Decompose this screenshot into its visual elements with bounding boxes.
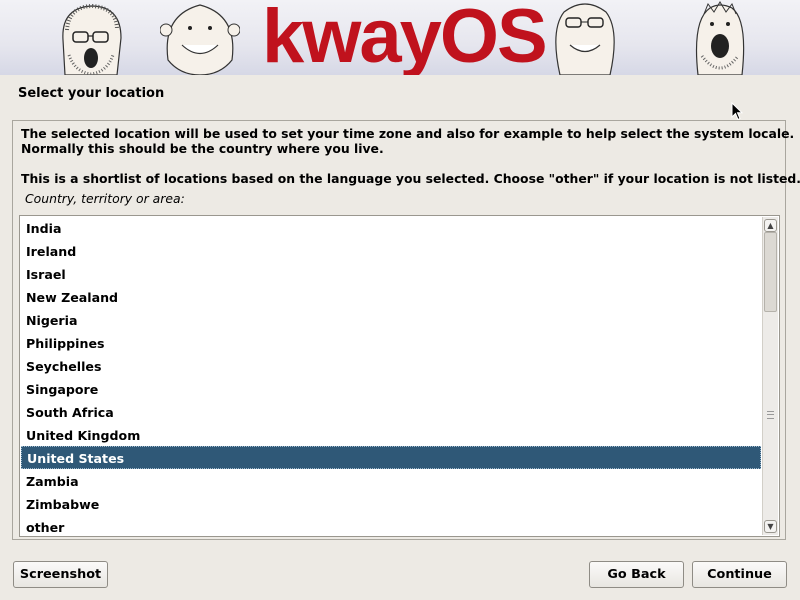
list-item[interactable]: Zambia bbox=[20, 469, 762, 492]
header-banner: kwayOS bbox=[0, 0, 800, 75]
list-item[interactable]: Seychelles bbox=[20, 354, 762, 377]
ape-face-icon bbox=[160, 4, 240, 75]
bald-glasses-face-icon bbox=[555, 3, 615, 75]
list-item[interactable]: Ireland bbox=[20, 239, 762, 262]
list-item[interactable]: New Zealand bbox=[20, 285, 762, 308]
screenshot-button[interactable]: Screenshot bbox=[13, 561, 108, 588]
list-item[interactable]: United States bbox=[21, 446, 761, 469]
scrollbar-grip bbox=[767, 411, 774, 419]
page-title: Select your location bbox=[18, 86, 165, 101]
list-item[interactable]: Israel bbox=[20, 262, 762, 285]
list-item[interactable]: Singapore bbox=[20, 377, 762, 400]
description-line-1: The selected location will be used to se… bbox=[21, 126, 795, 141]
screaming-face-icon bbox=[695, 1, 745, 75]
country-list: India Ireland Israel New Zealand Nigeria Phil… bbox=[20, 216, 762, 536]
country-field-label: Country, territory or area: bbox=[25, 191, 185, 206]
arrow-down-icon[interactable]: ▼ bbox=[764, 520, 777, 533]
mouse-pointer-icon bbox=[731, 102, 743, 121]
list-scrollbar[interactable]: ▲ ▼ bbox=[762, 217, 778, 535]
description-line-3: This is a shortlist of locations based o… bbox=[21, 171, 800, 186]
list-item[interactable]: India bbox=[20, 216, 762, 239]
kwayos-logo: kwayOS bbox=[262, 0, 548, 75]
list-item[interactable]: United Kingdom bbox=[20, 423, 762, 446]
description-line-2: Normally this should be the country wher… bbox=[21, 141, 384, 156]
scrollbar-thumb[interactable] bbox=[764, 232, 777, 312]
list-item[interactable]: other bbox=[20, 515, 762, 536]
soyjak-glasses-icon bbox=[62, 3, 122, 75]
list-item[interactable]: Nigeria bbox=[20, 308, 762, 331]
list-item[interactable]: South Africa bbox=[20, 400, 762, 423]
arrow-up-icon[interactable]: ▲ bbox=[764, 219, 777, 232]
list-item[interactable]: Zimbabwe bbox=[20, 492, 762, 515]
go-back-button[interactable]: Go Back bbox=[589, 561, 684, 588]
country-listbox[interactable]: India Ireland Israel New Zealand Nigeria Phil… bbox=[19, 215, 780, 537]
continue-button[interactable]: Continue bbox=[692, 561, 787, 588]
list-item[interactable]: Philippines bbox=[20, 331, 762, 354]
